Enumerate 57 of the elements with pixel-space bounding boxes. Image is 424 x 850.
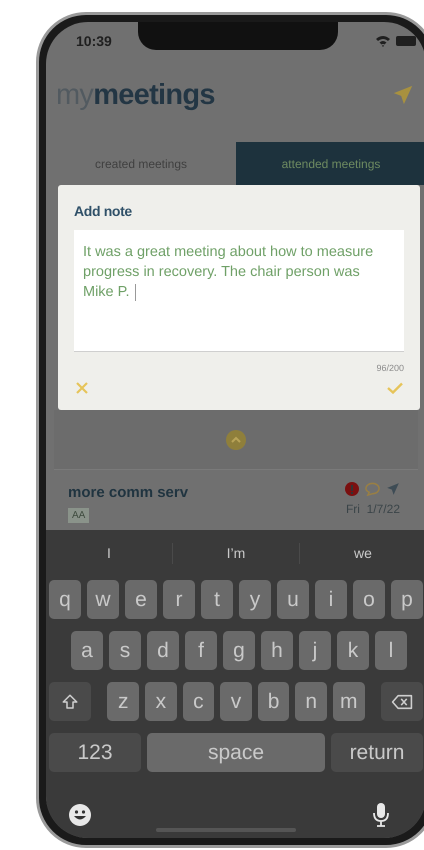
keyboard-key[interactable]: h <box>261 631 293 670</box>
cancel-button[interactable] <box>74 380 90 396</box>
keyboard-key[interactable]: k <box>337 631 369 670</box>
keyboard-key[interactable]: c <box>182 682 214 721</box>
keyboard-key[interactable]: v <box>220 682 252 721</box>
keyboard-key[interactable]: q <box>49 580 81 619</box>
status-time: 10:39 <box>76 32 112 50</box>
shift-key[interactable] <box>49 682 92 721</box>
paper-plane-icon[interactable] <box>386 482 400 496</box>
word-suggestion[interactable]: we <box>299 542 424 564</box>
word-suggestion[interactable]: I’m <box>172 542 299 564</box>
keyboard-key[interactable]: n <box>295 682 327 721</box>
note-field[interactable]: It was a great meeting about how to measure progress in recovery. The chair person was Mike P. <box>74 230 404 352</box>
tab[interactable]: attended meetings <box>236 142 424 185</box>
shift-icon <box>61 692 80 710</box>
keyboard-key[interactable]: t <box>201 580 233 619</box>
emoji-icon[interactable] <box>68 803 92 827</box>
keyboard-key[interactable]: o <box>353 580 385 619</box>
wifi-icon <box>375 35 391 47</box>
chat-bubble-icon[interactable] <box>365 482 380 496</box>
keyboard-key[interactable]: w <box>87 580 119 619</box>
checkmark-icon <box>387 382 403 394</box>
keyboard-key[interactable]: u <box>277 580 309 619</box>
keyboard-key[interactable]: a <box>71 631 103 670</box>
keyboard-key[interactable]: r <box>163 580 195 619</box>
dialog-title: Add note <box>74 202 133 221</box>
keyboard-key[interactable]: m <box>333 682 365 721</box>
backspace-icon <box>390 694 413 710</box>
keyboard-key[interactable]: x <box>145 682 177 721</box>
keyboard-key[interactable]: g <box>223 631 255 670</box>
numbers-key[interactable]: 123 <box>49 733 141 772</box>
keyboard-key[interactable]: d <box>147 631 179 670</box>
microphone-icon[interactable] <box>372 802 390 828</box>
keyboard-key[interactable]: f <box>185 631 217 670</box>
chevron-up-icon <box>231 436 241 444</box>
keyboard-key[interactable]: y <box>239 580 271 619</box>
text-cursor <box>135 284 136 301</box>
collapse-button[interactable] <box>226 430 246 450</box>
keyboard-key[interactable]: s <box>109 631 141 670</box>
character-counter: 96/200 <box>376 362 404 375</box>
confirm-button[interactable] <box>386 380 404 396</box>
keyboard-key[interactable]: j <box>299 631 331 670</box>
return-key[interactable]: return <box>331 733 423 772</box>
keyboard-key[interactable]: p <box>391 580 423 619</box>
keyboard-key[interactable]: b <box>258 682 290 721</box>
meeting-title: more comm serv <box>68 483 188 503</box>
keyboard-key[interactable]: z <box>107 682 140 721</box>
close-icon <box>76 382 88 394</box>
backspace-key[interactable] <box>380 682 424 721</box>
paper-plane-icon[interactable] <box>392 84 414 106</box>
space-key[interactable]: space <box>147 733 325 772</box>
keyboard-key[interactable]: i <box>315 580 347 619</box>
keyboard-key[interactable]: l <box>375 631 407 670</box>
keyboard-key[interactable]: e <box>125 580 157 619</box>
battery-icon <box>396 36 416 46</box>
meeting-tag: AA <box>68 508 90 522</box>
word-suggestion[interactable]: I <box>46 542 172 564</box>
